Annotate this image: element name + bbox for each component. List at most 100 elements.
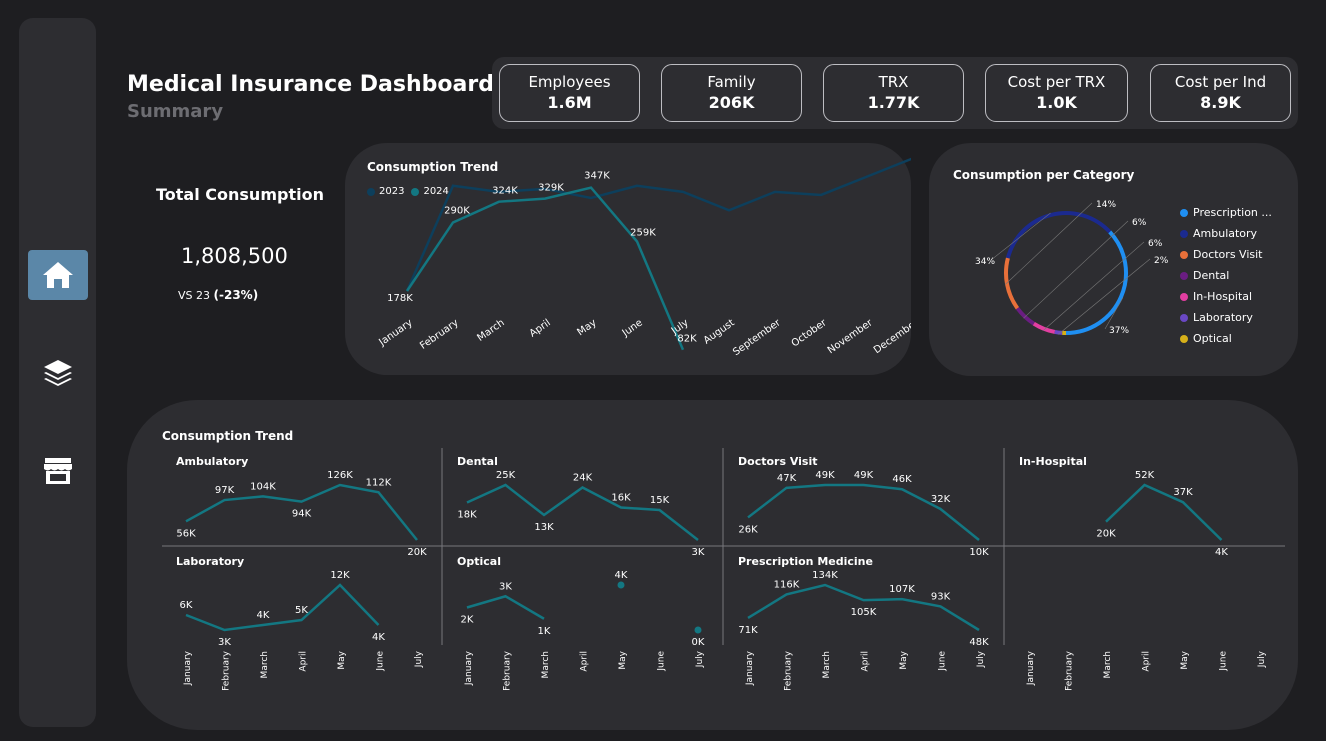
data-label: 71K [738,625,758,636]
kpi-cost-per-trx[interactable]: Cost per TRX 1.0K [985,64,1128,122]
data-label: 3K [692,547,705,558]
label-leader-line [1104,297,1124,330]
data-label: 4K [257,610,270,621]
x-tick-label: April [299,651,309,672]
kpi-label: Cost per TRX [1007,73,1106,91]
x-tick-label: April [1142,651,1152,672]
legend-label: Dental [1193,269,1230,282]
x-tick-label: March [475,317,506,343]
kpi-employees[interactable]: Employees 1.6M [499,64,640,122]
x-tick-label: February [503,650,513,691]
legend-item[interactable]: Ambulatory [1180,223,1272,244]
slice-label: 14% [1096,200,1116,210]
nav-home-button[interactable] [28,250,88,300]
legend-label: Doctors Visit [1193,248,1263,261]
trend-chart[interactable]: 178K 290K 324K 329K 347K 259K 82K January Februa… [345,143,911,375]
x-tick-label: June [376,651,386,672]
x-tick-label: January [464,650,474,686]
data-label: 93K [931,591,951,602]
data-label: 10K [969,547,989,558]
series-line-2023[interactable] [405,157,911,292]
small-multiples-chart[interactable]: 56K 97K 104K 94K 126K 112K 20K 18K 25K 13K 24K 16K 1… [127,400,1298,730]
x-tick-label: February [784,650,794,691]
x-tick-label: March [1103,651,1113,678]
kpi-family[interactable]: Family 206K [661,64,802,122]
data-label: 49K [854,470,874,481]
kpi-label: TRX [878,73,909,91]
nav-layers-button[interactable] [28,348,88,398]
x-tick-label: February [222,650,232,691]
legend-dot [1180,334,1188,343]
x-tick-label: April [861,651,871,672]
x-tick-label: April [528,317,553,339]
slice-label: 6% [1148,239,1163,249]
kpi-label: Cost per Ind [1174,73,1267,91]
donut-slice[interactable] [1065,230,1128,335]
kpi-value: 1.0K [1036,93,1077,112]
donut-slice[interactable] [1004,257,1020,310]
kpi-value: 206K [708,93,755,112]
data-label: 347K [584,171,610,182]
label-leader-line [1042,241,1145,331]
data-point[interactable] [617,581,625,589]
legend-item[interactable]: Dental [1180,265,1272,286]
store-icon [44,458,72,484]
total-consumption-title: Total Consumption [156,185,324,204]
data-label: 116K [774,579,800,590]
data-label: 4K [372,632,385,643]
nav-store-button[interactable] [28,446,88,496]
total-consumption-value: 1,808,500 [181,244,288,268]
data-label: 0K [692,637,705,648]
donut-slice[interactable] [1032,321,1056,334]
x-tick-label: January [377,317,415,348]
x-tick-label: December [872,317,911,356]
donut-slice[interactable] [1005,211,1112,259]
legend-item[interactable]: Optical [1180,328,1272,349]
data-label: 3K [218,637,231,648]
kpi-value: 1.6M [547,93,592,112]
legend-dot [1180,292,1188,301]
x-tick-label: July [1257,650,1267,668]
x-tick-label: March [822,651,832,678]
data-label: 16K [611,493,631,504]
kpi-cost-per-ind[interactable]: Cost per Ind 8.9K [1150,64,1291,122]
data-label: 97K [215,485,235,496]
kpi-label: Employees [528,73,611,91]
data-label: 3K [499,581,512,592]
x-tick-label: June [657,651,667,672]
data-label: 2K [461,615,474,626]
legend-item[interactable]: Doctors Visit [1180,244,1272,265]
label-leader-line [1058,258,1151,335]
panel-line[interactable] [466,483,699,541]
x-tick-label: June [1219,651,1229,672]
panel-line[interactable] [466,594,545,620]
data-label: 126K [327,470,353,481]
kpi-trx[interactable]: TRX 1.77K [823,64,964,122]
data-point[interactable] [694,626,702,634]
legend-dot [1180,229,1188,238]
x-tick-label: March [260,651,270,678]
data-label: 48K [969,637,989,648]
x-tick-label: August [702,317,737,346]
x-tick-label: January [745,650,755,686]
vs-label: VS 23 [178,289,211,302]
legend-item[interactable]: In-Hospital [1180,286,1272,307]
panel-line[interactable] [1105,483,1223,541]
x-tick-label: September [731,317,783,358]
data-label: 56K [176,528,196,539]
panel-line[interactable] [185,583,380,632]
page-title: Medical Insurance Dashboard [127,72,494,97]
legend-label: Prescription ... [1193,206,1272,219]
x-tick-label: May [337,650,347,669]
data-label: 46K [892,474,912,485]
vs-previous-year: VS 23 (-23%) [178,288,258,302]
x-tick-label: March [541,651,551,678]
legend-dot [1180,271,1188,280]
category-donut-chart[interactable]: 37% 34% 14% 6% 6% 2% [929,143,1179,376]
slice-label: 6% [1132,218,1147,228]
legend-item[interactable]: Laboratory [1180,307,1272,328]
data-label: 4K [1215,547,1228,558]
legend-item[interactable]: Prescription ... [1180,202,1272,223]
legend-dot [1180,313,1188,322]
data-label: 15K [650,495,670,506]
